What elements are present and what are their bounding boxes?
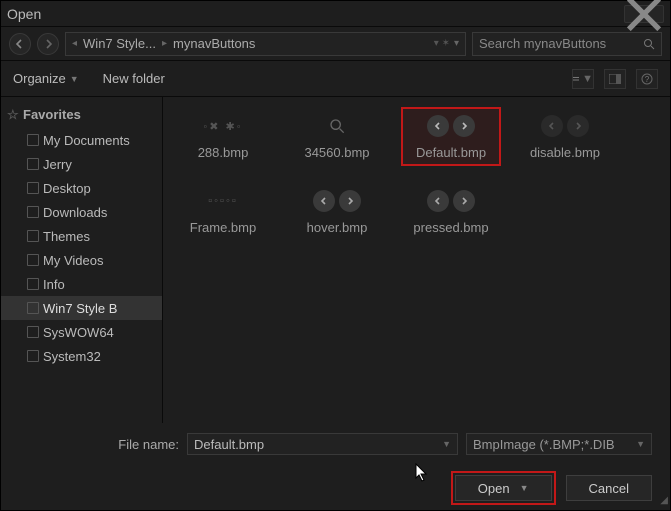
open-button[interactable]: Open ▼ [455,475,552,501]
file-thumb: ◦✖ ✱◦ [197,113,249,139]
search-icon [329,118,345,134]
open-dialog: Open ◂ Win7 Style... ▸ mynavButtons ▾ ✶ … [0,0,671,511]
file-name: hover.bmp [307,220,368,235]
file-item[interactable]: 34560.bmp [287,107,387,166]
file-item-selected[interactable]: Default.bmp [401,107,501,166]
sidebar-item-themes[interactable]: Themes [1,224,162,248]
dialog-body: Favorites My Documents Jerry Desktop Dow… [1,97,670,423]
sidebar: Favorites My Documents Jerry Desktop Dow… [1,97,163,423]
chevron-down-icon: ▼ [70,74,79,84]
favorites-header[interactable]: Favorites [1,103,162,128]
resize-grip[interactable]: ◢ [660,495,666,506]
view-icon [573,74,579,84]
file-thumb [311,188,363,214]
sidebar-item-desktop[interactable]: Desktop [1,176,162,200]
filename-label: File name: [19,437,179,452]
titlebar[interactable]: Open [1,1,670,27]
file-item[interactable]: pressed.bmp [401,182,501,241]
filename-input[interactable]: Default.bmp ▼ [187,433,458,455]
help-button[interactable]: ? [636,69,658,89]
sidebar-item-documents[interactable]: My Documents [1,128,162,152]
organize-menu[interactable]: Organize▼ [13,71,79,86]
chevron-left-icon: ◂ [72,38,77,49]
pane-icon [609,74,621,84]
chevron-down-icon: ▼ [636,439,645,449]
search-input[interactable]: Search mynavButtons [472,32,662,56]
file-item[interactable]: ▫◦▫◦▫ Frame.bmp [173,182,273,241]
sidebar-item-jerry[interactable]: Jerry [1,152,162,176]
nav-back-button[interactable] [9,33,31,55]
chevron-down-icon[interactable]: ▼ [442,439,451,449]
sidebar-item-win7style[interactable]: Win7 Style B [1,296,162,320]
close-button[interactable] [624,5,664,23]
arrow-left-icon [15,39,25,49]
cancel-button[interactable]: Cancel [566,475,652,501]
preview-pane-button[interactable] [604,69,626,89]
toolbar: Organize▼ New folder ▼ ? [1,61,670,97]
nav-row: ◂ Win7 Style... ▸ mynavButtons ▾ ✶ ▾ Sea… [1,27,670,61]
file-grid[interactable]: ◦✖ ✱◦ 288.bmp 34560.bmp Default.bmp [163,97,670,423]
file-thumb: ▫◦▫◦▫ [197,188,249,214]
file-name: pressed.bmp [413,220,488,235]
refresh-icon[interactable]: ▾ ✶ [434,38,450,49]
sidebar-item-syswow64[interactable]: SysWOW64 [1,320,162,344]
help-icon: ? [641,73,653,85]
chevron-down-icon: ▼ [582,73,593,85]
file-item[interactable]: hover.bmp [287,182,387,241]
close-icon [625,0,663,33]
arrow-right-icon [43,39,53,49]
file-item[interactable]: ◦✖ ✱◦ 288.bmp [173,107,273,166]
chevron-down-icon: ▼ [520,483,529,493]
svg-text:?: ? [645,75,650,84]
breadcrumb-item-0[interactable]: Win7 Style... [81,36,158,51]
new-folder-button[interactable]: New folder [103,71,165,86]
search-placeholder: Search mynavButtons [479,36,643,51]
search-icon [643,38,655,50]
bottom-panel: File name: Default.bmp ▼ BmpImage (*.BMP… [1,423,670,511]
file-thumb [425,113,477,139]
nav-forward-button[interactable] [37,33,59,55]
breadcrumb[interactable]: ◂ Win7 Style... ▸ mynavButtons ▾ ✶ ▾ [65,32,466,56]
filetype-select[interactable]: BmpImage (*.BMP;*.DIB ▼ [466,433,652,455]
breadcrumb-item-1[interactable]: mynavButtons [171,36,257,51]
sidebar-item-system32[interactable]: System32 [1,344,162,368]
file-thumb [425,188,477,214]
view-mode-button[interactable]: ▼ [572,69,594,89]
window-title: Open [7,6,624,22]
sidebar-item-videos[interactable]: My Videos [1,248,162,272]
file-name: 34560.bmp [304,145,369,160]
sidebar-item-downloads[interactable]: Downloads [1,200,162,224]
file-item[interactable]: disable.bmp [515,107,615,166]
chevron-right-icon: ▸ [162,38,167,49]
file-name: disable.bmp [530,145,600,160]
file-thumb [311,113,363,139]
file-name: 288.bmp [198,145,249,160]
chevron-down-icon[interactable]: ▾ [454,38,459,49]
file-name: Frame.bmp [190,220,256,235]
sidebar-item-info[interactable]: Info [1,272,162,296]
file-name: Default.bmp [416,145,486,160]
file-thumb [539,113,591,139]
